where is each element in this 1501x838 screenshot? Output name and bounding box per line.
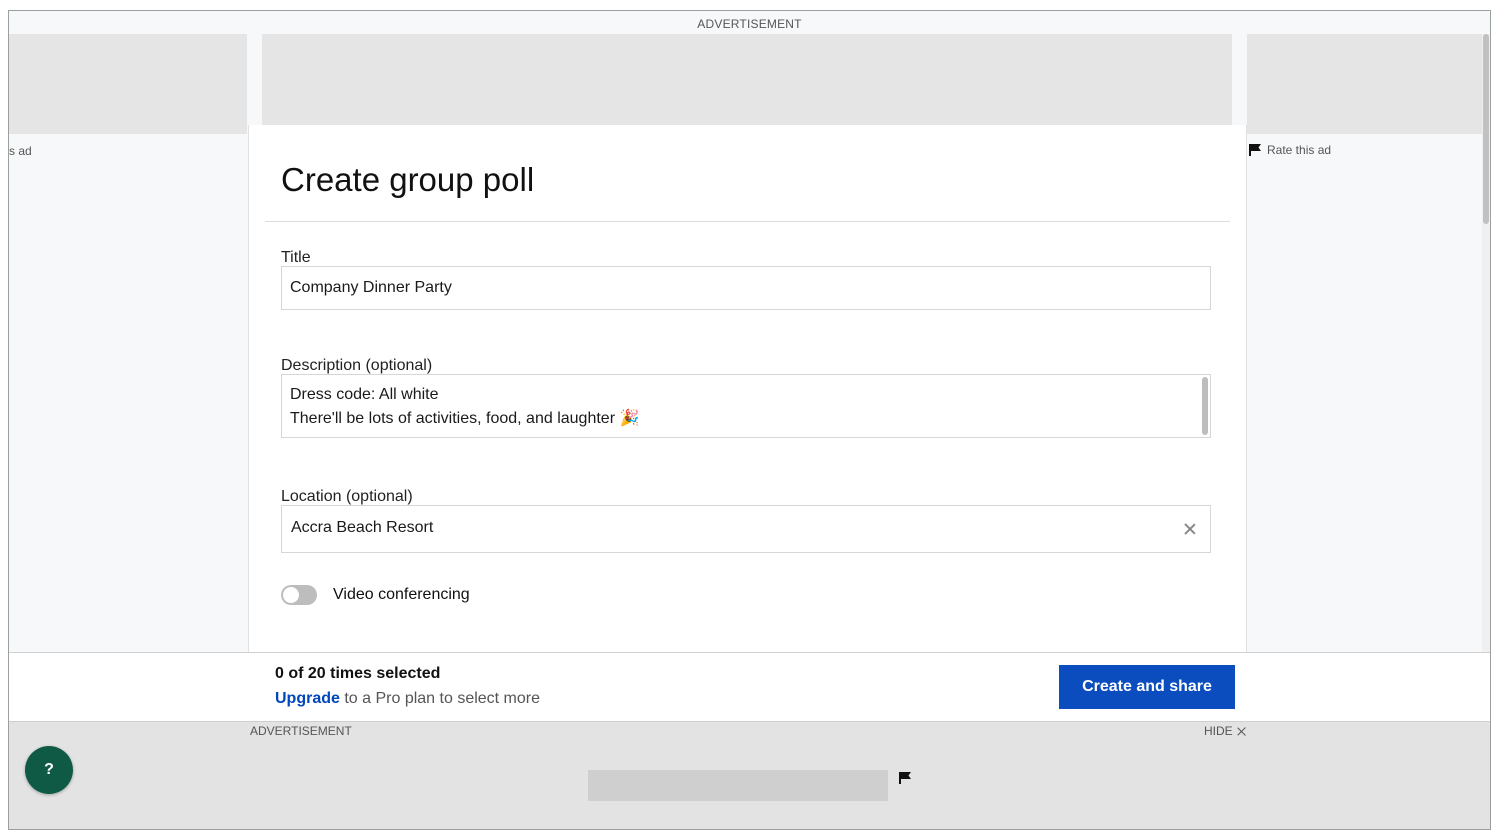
- description-textarea[interactable]: Dress code: All white There'll be lots o…: [281, 374, 1211, 438]
- title-label: Title: [281, 249, 311, 266]
- description-line-1: Dress code: All white: [290, 386, 439, 403]
- upgrade-text: to a Pro plan to select more: [339, 690, 541, 707]
- title-input-value: Company Dinner Party: [290, 279, 452, 296]
- location-label: Location (optional): [281, 488, 413, 505]
- close-icon: [1237, 726, 1247, 736]
- flag-icon: [1249, 144, 1261, 156]
- report-ad-flag-icon[interactable]: [899, 772, 911, 784]
- right-ad-banner[interactable]: [1247, 34, 1487, 134]
- rate-ad-label: Rate this ad: [1267, 143, 1332, 157]
- create-and-share-button[interactable]: Create and share: [1059, 665, 1235, 709]
- left-rate-ad-text[interactable]: s ad: [9, 144, 32, 158]
- hide-ad-label: HIDE: [1204, 724, 1233, 738]
- video-conferencing-label: Video conferencing: [333, 586, 470, 603]
- upgrade-link[interactable]: Upgrade: [275, 690, 340, 707]
- toggle-knob: [283, 587, 299, 603]
- top-ad-label: ADVERTISEMENT: [697, 17, 802, 31]
- times-selected-count: 0 of 20 times selected: [275, 665, 441, 682]
- video-conferencing-row: Video conferencing: [281, 585, 470, 605]
- bottom-ad-label: ADVERTISEMENT: [250, 724, 352, 738]
- upgrade-message: Upgrade to a Pro plan to select more: [275, 690, 540, 708]
- bottom-ad-area: ADVERTISEMENT HIDE: [9, 722, 1490, 829]
- hide-ad-button[interactable]: HIDE: [1204, 724, 1247, 738]
- browser-viewport: ADVERTISEMENT s ad Rate this ad Create g…: [8, 10, 1491, 830]
- bottom-ad-banner[interactable]: [588, 770, 888, 801]
- location-input-value: Accra Beach Resort: [291, 519, 434, 536]
- modal-divider: [265, 221, 1230, 222]
- left-ad-banner[interactable]: [9, 34, 247, 134]
- help-button[interactable]: ?: [25, 746, 73, 794]
- description-label: Description (optional): [281, 357, 433, 374]
- modal-title: Create group poll: [281, 161, 535, 198]
- page-scrollbar-thumb[interactable]: [1483, 34, 1489, 224]
- clear-location-icon[interactable]: [1182, 521, 1198, 537]
- video-conferencing-toggle[interactable]: [281, 585, 317, 605]
- description-scrollbar[interactable]: [1202, 377, 1208, 435]
- title-input[interactable]: Company Dinner Party: [281, 266, 1211, 310]
- rate-ad-link[interactable]: Rate this ad: [1249, 143, 1331, 157]
- location-input[interactable]: Accra Beach Resort: [281, 505, 1211, 553]
- description-line-2: There'll be lots of activities, food, an…: [290, 410, 640, 427]
- selection-footer: 0 of 20 times selected Upgrade to a Pro …: [9, 652, 1490, 722]
- top-ad-banner[interactable]: [262, 34, 1232, 134]
- create-poll-modal: Create group poll Title Company Dinner P…: [248, 125, 1247, 665]
